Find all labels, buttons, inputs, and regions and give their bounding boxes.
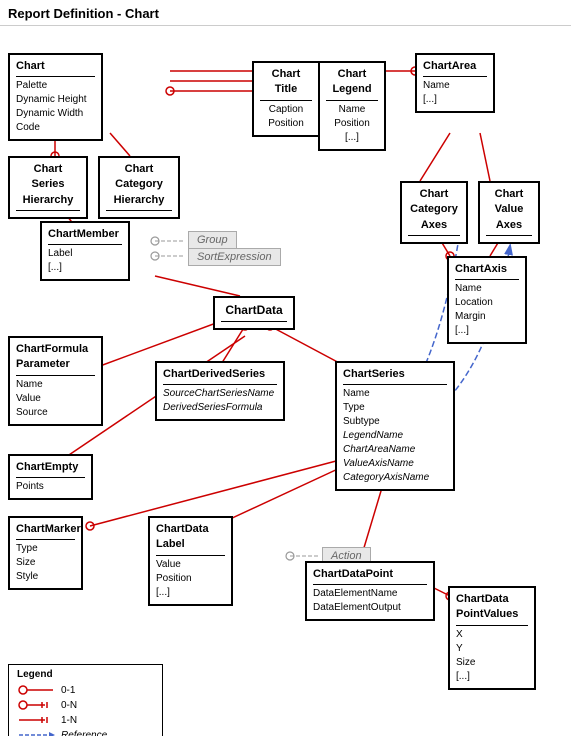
chart-category-hierarchy-box: Chart CategoryHierarchy (98, 156, 180, 219)
chart-member-title: ChartMember (48, 227, 122, 245)
chart-empty-title: ChartEmpty (16, 460, 85, 478)
chart-cat-hier-title: Chart CategoryHierarchy (106, 162, 172, 211)
chart-legend-box: ChartLegend Name Position [...] (318, 61, 386, 151)
chart-title-box: ChartTitle Caption Position (252, 61, 320, 137)
chart-data-point-values-title: ChartDataPointValues (456, 592, 528, 626)
chart-legend-title: ChartLegend (326, 67, 378, 101)
chart-formula-param-box: ChartFormulaParameter Name Value Source (8, 336, 103, 426)
chart-area-box: ChartArea Name [...] (415, 53, 495, 113)
legend-item-0-1: 0-1 (17, 684, 154, 696)
chart-series-title: ChartSeries (343, 367, 447, 385)
legend-item-1-n: 1-N (17, 714, 154, 726)
chart-data-title: ChartData (221, 302, 287, 322)
chart-category-axes-box: ChartCategoryAxes (400, 181, 468, 244)
legend-box: Legend 0-1 0-N 1-N Reference (8, 664, 163, 736)
legend-title: Legend (17, 669, 154, 680)
chart-series-hierarchy-box: ChartSeriesHierarchy (8, 156, 88, 219)
chart-val-axes-title: ChartValueAxes (486, 187, 532, 236)
chart-data-box: ChartData (213, 296, 295, 330)
chart-box-title: Chart (16, 59, 95, 77)
legend-item-0-n: 0-N (17, 699, 154, 711)
chart-data-point-values-box: ChartDataPointValues X Y Size [...] (448, 586, 536, 690)
chart-series-box: ChartSeries Name Type Subtype LegendName… (335, 361, 455, 491)
chart-data-label-box: ChartDataLabel Value Position [...] (148, 516, 233, 606)
chart-derived-series-title: ChartDerivedSeries (163, 367, 277, 385)
chart-empty-box: ChartEmpty Points (8, 454, 93, 500)
chart-series-hier-title: ChartSeriesHierarchy (16, 162, 80, 211)
chart-axis-title: ChartAxis (455, 262, 519, 280)
chart-derived-series-box: ChartDerivedSeries SourceChartSeriesName… (155, 361, 285, 421)
chart-area-title: ChartArea (423, 59, 487, 77)
chart-data-label-title: ChartDataLabel (156, 522, 225, 556)
chart-data-point-box: ChartDataPoint DataElementName DataEleme… (305, 561, 435, 621)
sort-expr-optional: SortExpression (188, 248, 281, 266)
chart-value-axes-box: ChartValueAxes (478, 181, 540, 244)
chart-axis-box: ChartAxis Name Location Margin [...] (447, 256, 527, 344)
chart-data-point-title: ChartDataPoint (313, 567, 427, 585)
chart-box: Chart Palette Dynamic Height Dynamic Wid… (8, 53, 103, 141)
chart-cat-axes-title: ChartCategoryAxes (408, 187, 460, 236)
chart-marker-title: ChartMarker (16, 522, 75, 540)
diagram-area: Chart Palette Dynamic Height Dynamic Wid… (0, 26, 571, 736)
chart-formula-param-title: ChartFormulaParameter (16, 342, 95, 376)
chart-title-box-title: ChartTitle (260, 67, 312, 101)
page-title: Report Definition - Chart (0, 0, 571, 26)
chart-member-box: ChartMember Label [...] (40, 221, 130, 281)
chart-marker-box: ChartMarker Type Size Style (8, 516, 83, 590)
group-optional: Group (188, 231, 237, 249)
